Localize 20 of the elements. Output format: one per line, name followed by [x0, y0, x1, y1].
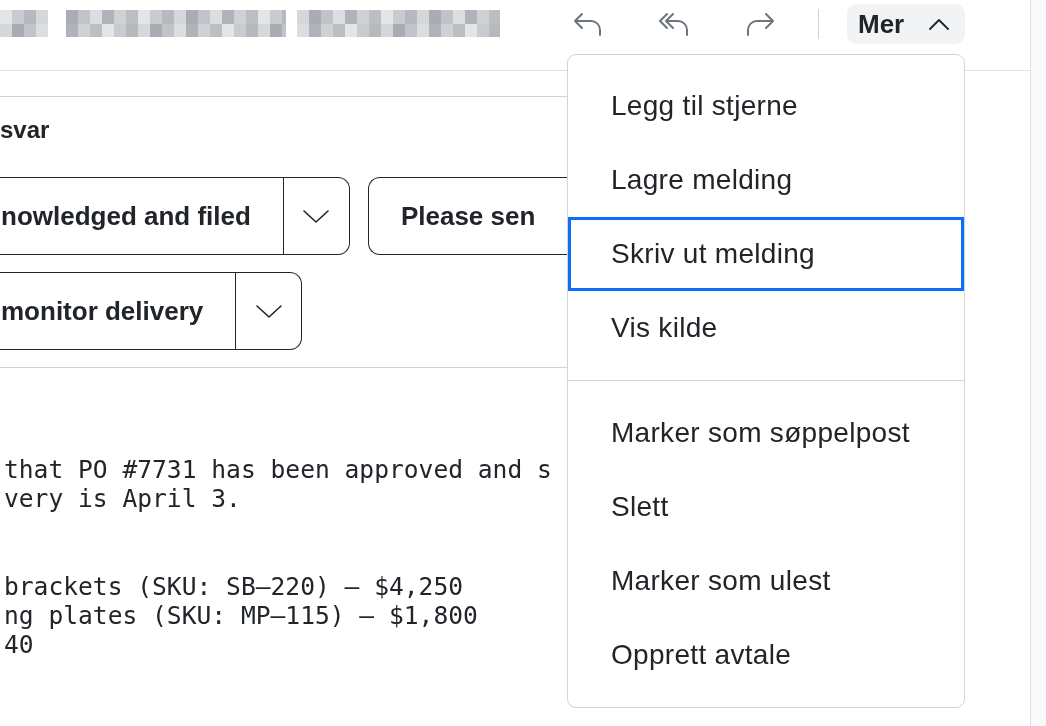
- reply-icon[interactable]: [571, 12, 604, 36]
- reply-suggestion-button[interactable]: Please sen: [367, 177, 567, 255]
- menu-item[interactable]: Vis kilde: [568, 291, 964, 365]
- email-body-line: ng plates (SKU: MP–115) – $1,800: [4, 600, 478, 631]
- chevron-down-icon: [303, 209, 330, 223]
- reply-all-icon[interactable]: [657, 12, 690, 36]
- menu-item[interactable]: Legg til stjerne: [568, 69, 964, 143]
- email-body-line: brackets (SKU: SB–220) – $4,250: [4, 571, 463, 601]
- menu-item[interactable]: Slett: [568, 470, 964, 544]
- email-body-line: 40: [4, 630, 34, 660]
- menu-item[interactable]: Marker som ulest: [568, 544, 964, 618]
- email-body-line: very is April 3.: [4, 484, 241, 514]
- email-body-line: that PO #7731 has been approved and s: [4, 455, 552, 485]
- menu-item[interactable]: Skriv ut melding: [568, 217, 964, 291]
- panel-heading: svar: [0, 115, 50, 145]
- menu-item[interactable]: Opprett avtale: [568, 618, 964, 692]
- more-button[interactable]: Mer: [847, 4, 965, 44]
- menu-item[interactable]: Marker som søppelpost: [568, 396, 964, 470]
- menu-item[interactable]: Lagre melding: [568, 143, 964, 217]
- chevron-down-icon: [255, 304, 282, 318]
